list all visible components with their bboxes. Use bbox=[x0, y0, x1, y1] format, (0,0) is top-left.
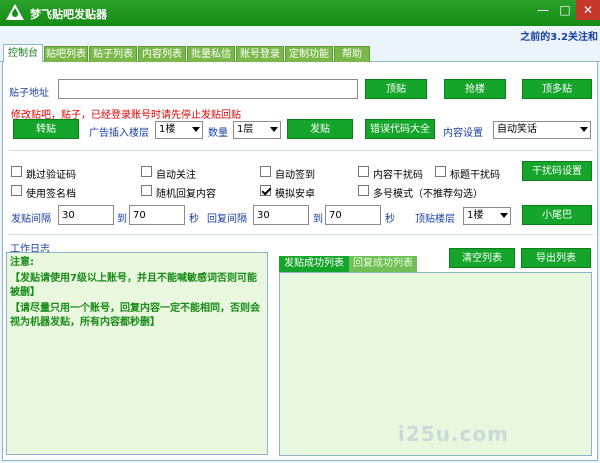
marquee-text: 之前的3.2关注和 bbox=[520, 32, 598, 42]
post-url-label: 贴子地址 bbox=[9, 88, 49, 99]
reply-interval-to-input[interactable] bbox=[325, 205, 381, 225]
content-setting-select[interactable]: 自动笑话 bbox=[493, 121, 591, 139]
to-label: 到 bbox=[313, 214, 323, 225]
chevron-down-icon bbox=[580, 127, 588, 132]
skip-captcha-label: 跳过验证码 bbox=[26, 170, 76, 181]
app-logo-icon bbox=[6, 4, 24, 20]
reply-interval-label: 回复间隔 bbox=[207, 214, 247, 225]
top-more-button[interactable]: 顶多贴 bbox=[522, 79, 592, 99]
title-bar: 梦飞贴吧发贴器 — □ ✕ bbox=[0, 0, 600, 26]
content-setting-label: 内容设置 bbox=[443, 128, 483, 139]
post-url-input[interactable] bbox=[58, 79, 358, 99]
tab-help[interactable]: 帮助 bbox=[334, 46, 370, 62]
content-noise-label: 内容干扰码 bbox=[373, 170, 423, 181]
noise-setting-button[interactable]: 干扰码设置 bbox=[522, 161, 592, 181]
tab-send-success-list[interactable]: 发贴成功列表 bbox=[279, 256, 349, 272]
multi-account-label: 多号模式（不推荐勾选） bbox=[373, 189, 483, 200]
top-floor-select[interactable]: 1楼 bbox=[463, 207, 511, 225]
post-interval-from-input[interactable] bbox=[58, 205, 114, 225]
random-reply-label: 随机回复内容 bbox=[156, 189, 216, 200]
to-label: 到 bbox=[117, 214, 127, 225]
checkbox-box bbox=[358, 185, 369, 196]
multi-account-checkbox[interactable]: 多号模式（不推荐勾选） bbox=[358, 184, 518, 200]
chevron-down-icon bbox=[192, 127, 200, 132]
divider bbox=[9, 234, 593, 235]
simulate-android-label: 模拟安卓 bbox=[275, 189, 315, 200]
checkbox-box bbox=[435, 166, 446, 177]
log-line-note: 注意: bbox=[10, 257, 34, 268]
count-label: 数量 bbox=[208, 128, 228, 139]
close-button[interactable]: ✕ bbox=[576, 0, 600, 20]
watermark-logo: i25u.com bbox=[398, 422, 509, 446]
ad-floor-select[interactable]: 1楼 bbox=[155, 121, 203, 139]
clear-list-button[interactable]: 清空列表 bbox=[449, 248, 515, 268]
error-code-button[interactable]: 错误代码大全 bbox=[365, 119, 435, 139]
checkmark-icon bbox=[260, 185, 271, 196]
tab-bulk-message[interactable]: 批量私信 bbox=[187, 46, 235, 62]
checkbox-box bbox=[11, 166, 22, 177]
chevron-down-icon bbox=[270, 127, 278, 132]
tail-button[interactable]: 小尾巴 bbox=[522, 205, 592, 225]
seconds-label: 秒 bbox=[385, 214, 395, 225]
tab-account-login[interactable]: 账号登录 bbox=[236, 46, 284, 62]
post-interval-label: 发贴间隔 bbox=[11, 214, 51, 225]
count-select[interactable]: 1层 bbox=[233, 121, 281, 139]
maximize-button[interactable]: □ bbox=[554, 0, 576, 20]
auto-follow-label: 自动关注 bbox=[156, 170, 196, 181]
auto-signin-checkbox[interactable]: 自动签到 bbox=[260, 165, 340, 181]
post-interval-to-input[interactable] bbox=[129, 205, 185, 225]
title-noise-label: 标题干扰码 bbox=[450, 170, 500, 181]
simulate-android-checkbox[interactable]: 模拟安卓 bbox=[260, 184, 340, 200]
content-noise-checkbox[interactable]: 内容干扰码 bbox=[358, 165, 438, 181]
tab-post-list[interactable]: 贴子列表 bbox=[89, 46, 137, 62]
use-signature-label: 使用签名档 bbox=[26, 189, 76, 200]
tab-forum-list[interactable]: 贴吧列表 bbox=[44, 46, 88, 62]
content-setting-value: 自动笑话 bbox=[497, 124, 537, 135]
count-value: 1层 bbox=[237, 124, 254, 135]
window-title: 梦飞贴吧发贴器 bbox=[30, 8, 107, 21]
skip-captcha-checkbox[interactable]: 跳过验证码 bbox=[11, 165, 91, 181]
minimize-button[interactable]: — bbox=[532, 0, 554, 20]
repost-button[interactable]: 转贴 bbox=[13, 119, 79, 139]
grab-floor-button[interactable]: 抢楼 bbox=[444, 79, 506, 99]
random-reply-checkbox[interactable]: 随机回复内容 bbox=[141, 184, 241, 200]
seconds-label: 秒 bbox=[189, 214, 199, 225]
tab-bar: 控制台 贴吧列表 贴子列表 内容列表 批量私信 账号登录 定制功能 帮助 bbox=[0, 44, 600, 63]
work-log-box[interactable]: 注意: 【发贴请使用7级以上账号，并且不能喊敏感词否则可能被删】 【请尽量只用一… bbox=[6, 252, 268, 455]
auto-signin-label: 自动签到 bbox=[275, 170, 315, 181]
checkbox-box bbox=[141, 166, 152, 177]
checkbox-box bbox=[358, 166, 369, 177]
title-noise-checkbox[interactable]: 标题干扰码 bbox=[435, 165, 515, 181]
use-signature-checkbox[interactable]: 使用签名档 bbox=[11, 184, 91, 200]
tab-console[interactable]: 控制台 bbox=[3, 44, 43, 63]
top-floor-label: 顶贴楼层 bbox=[415, 214, 455, 225]
log-line: 【发贴请使用7级以上账号，并且不能喊敏感词否则可能被删】 bbox=[10, 273, 257, 298]
tab-custom-features[interactable]: 定制功能 bbox=[285, 46, 333, 62]
checkbox-box bbox=[141, 185, 152, 196]
reply-interval-from-input[interactable] bbox=[253, 205, 309, 225]
ad-floor-value: 1楼 bbox=[159, 124, 176, 135]
auto-follow-checkbox[interactable]: 自动关注 bbox=[141, 165, 221, 181]
divider bbox=[9, 150, 593, 151]
tab-content-list[interactable]: 内容列表 bbox=[138, 46, 186, 62]
tab-reply-success-list[interactable]: 回复成功列表 bbox=[349, 256, 417, 272]
top-floor-value: 1楼 bbox=[467, 210, 484, 221]
checkbox-box bbox=[11, 185, 22, 196]
export-list-button[interactable]: 导出列表 bbox=[521, 248, 591, 268]
top-post-button[interactable]: 顶贴 bbox=[365, 79, 427, 99]
checkbox-box bbox=[260, 166, 271, 177]
chevron-down-icon bbox=[500, 213, 508, 218]
publish-button[interactable]: 发贴 bbox=[287, 119, 353, 139]
ad-floor-label: 广告插入楼层 bbox=[89, 128, 149, 139]
marquee-banner: 之前的3.2关注和 bbox=[0, 26, 600, 42]
log-line: 【请尽量只用一个账号，回复内容一定不能相同，否则会视为机器发贴，所有内容都秒删】 bbox=[10, 303, 260, 328]
